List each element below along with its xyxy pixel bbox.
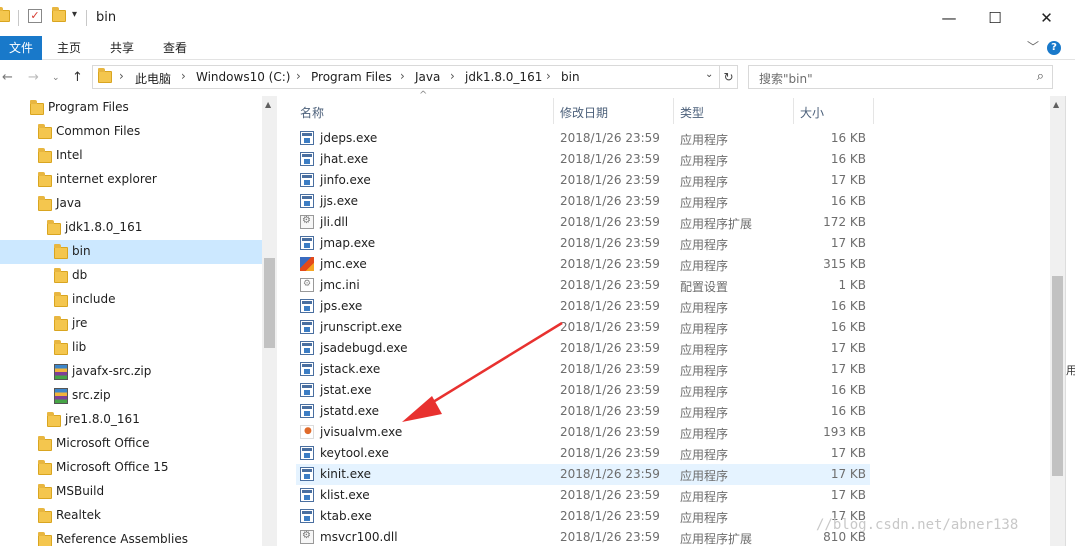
annotation-arrow — [402, 321, 563, 422]
arrow-shaft — [419, 321, 563, 412]
watermark: //blog.csdn.net/abner138 — [816, 517, 1019, 533]
explorer-window: ✓ ▾ bin — ☐ ✕ 文件 主页 共享 查看 ﹀ ? ← → ⌄ ↑ › … — [0, 0, 1075, 546]
